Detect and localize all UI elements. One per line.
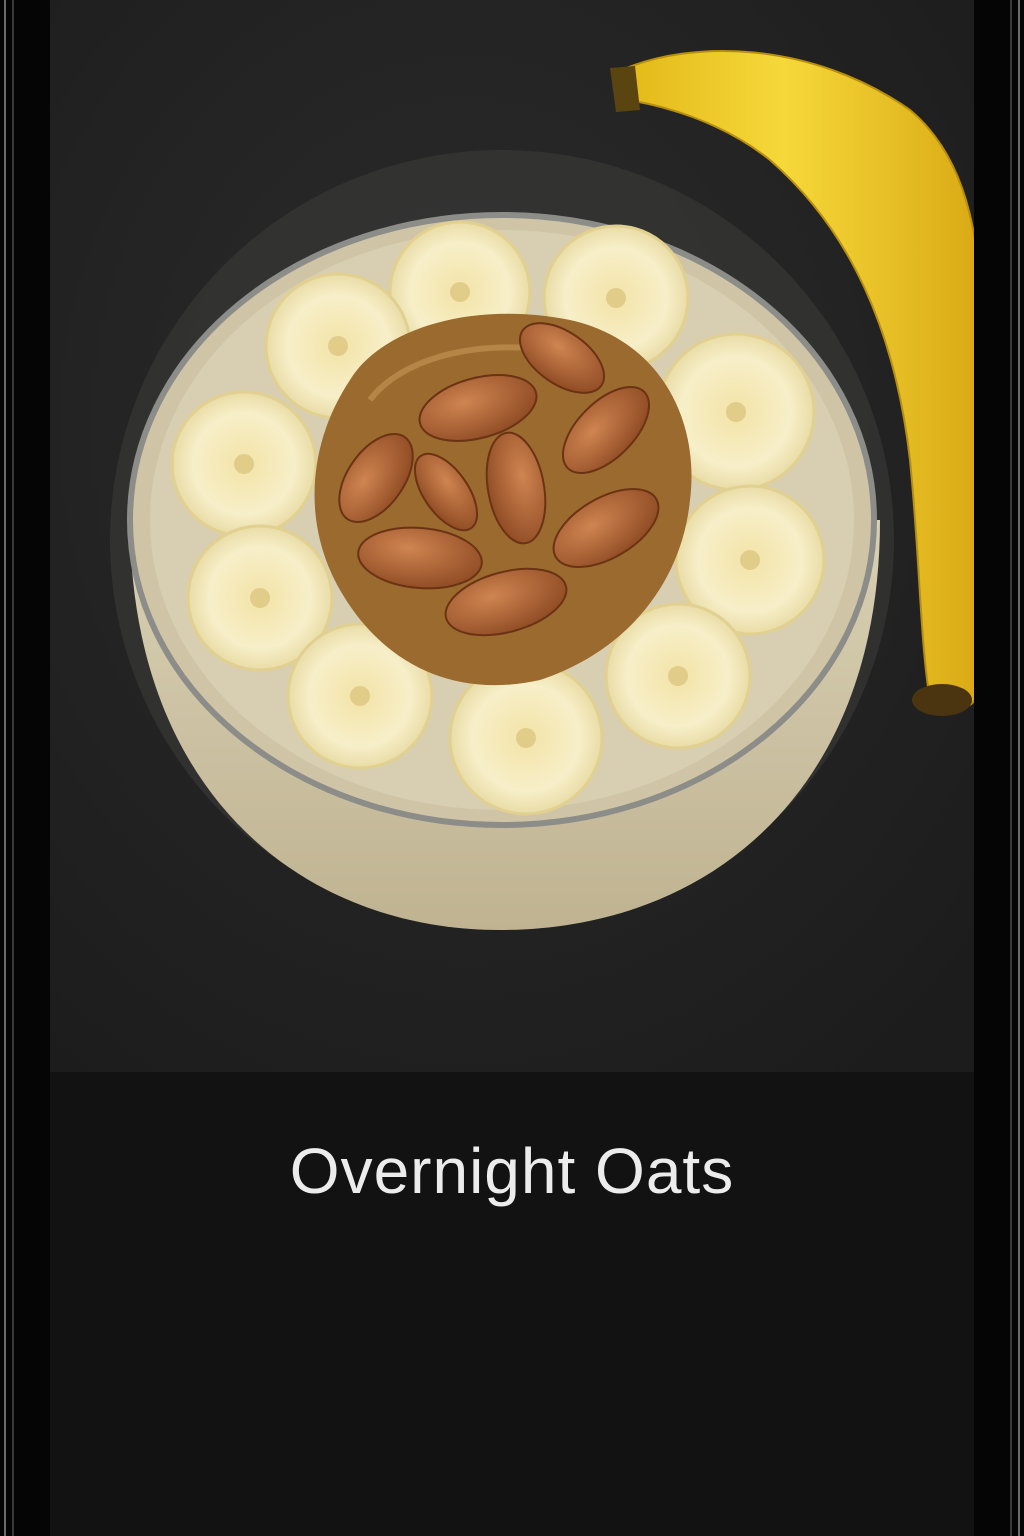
caption-area: Overnight Oats: [50, 1072, 974, 1536]
recipe-card[interactable]: Overnight Oats: [50, 0, 974, 1536]
frame-edge-left: [4, 0, 6, 1536]
recipe-title: Overnight Oats: [289, 1135, 735, 1207]
device-frame: Overnight Oats: [0, 0, 1024, 1536]
overnight-oats-photo: [50, 0, 974, 1072]
frame-edge-left-inner: [12, 0, 14, 1536]
frame-edge-right-inner: [1010, 0, 1012, 1536]
frame-edge-right: [1018, 0, 1020, 1536]
overnight-oats-photo-icon: [50, 0, 974, 1072]
